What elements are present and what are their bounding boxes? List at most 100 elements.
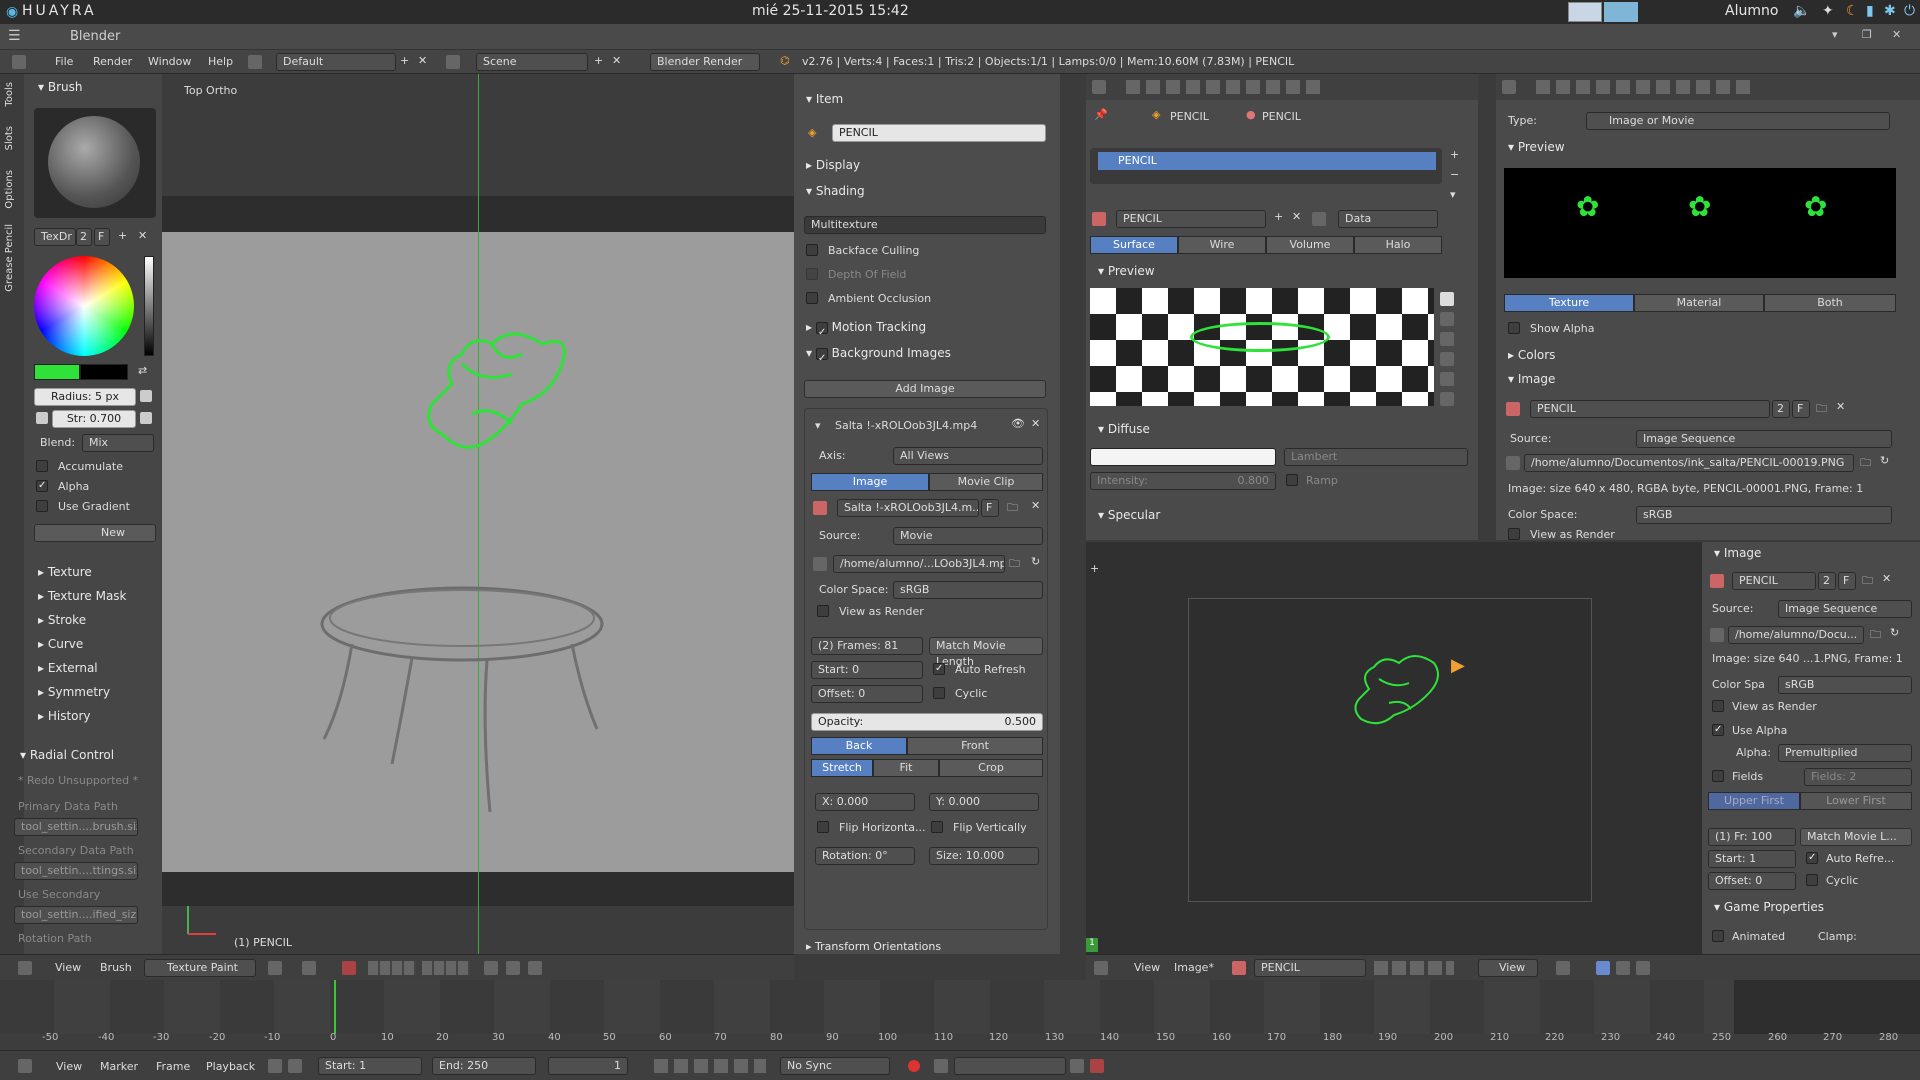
material-browse-icon[interactable] — [1092, 212, 1106, 226]
keying-set-icon[interactable] — [934, 1059, 948, 1073]
back-tab[interactable]: Back — [811, 737, 907, 755]
brush-users[interactable]: 2 — [76, 228, 92, 246]
rotation-field[interactable]: Rotation: 0° — [815, 847, 915, 865]
ie-users[interactable]: 2 — [1818, 572, 1836, 590]
tex-filepath[interactable]: /home/alumno/Documentos/ink_salta/PENCIL… — [1524, 454, 1854, 472]
depth-checkbox[interactable] — [806, 268, 818, 280]
material-link-icon[interactable] — [1312, 212, 1326, 226]
ie-header-browse-icon[interactable] — [1232, 961, 1246, 975]
tex-reload-icon[interactable]: ↻ — [1880, 454, 1889, 467]
face-mask-icon[interactable] — [342, 961, 356, 975]
ie-new-icon[interactable]: 🗀 — [1862, 572, 1873, 591]
stroke-panel-header[interactable]: ▸ Stroke — [30, 608, 158, 632]
camera-icon[interactable] — [506, 961, 520, 975]
axis-select[interactable]: All Views — [893, 447, 1043, 465]
ie-alpha-select[interactable]: Premultiplied — [1778, 744, 1912, 762]
match-length-button[interactable]: Match Movie Length — [929, 637, 1043, 655]
start-frame-field[interactable]: Start: 1 — [318, 1057, 422, 1075]
remove-scene-icon[interactable]: ✕ — [612, 54, 621, 67]
tex-image-name[interactable]: PENCIL — [1530, 400, 1770, 418]
material-preview-header[interactable]: ▾ Preview — [1090, 260, 1155, 282]
ie-fields-checkbox[interactable] — [1712, 770, 1724, 782]
ie-unlink-icon[interactable]: ✕ — [1882, 572, 1891, 585]
clock[interactable]: mié 25-11-2015 15:42 — [752, 3, 909, 19]
ie-menu-view[interactable]: View — [1134, 961, 1160, 974]
offset-field[interactable]: Offset: 0 — [811, 685, 923, 703]
curve-panel-header[interactable]: ▸ Curve — [30, 632, 158, 656]
tab-movie-clip[interactable]: Movie Clip — [929, 473, 1043, 491]
image-browse-icon[interactable] — [813, 501, 827, 515]
ie-frames-field[interactable]: (1) Fr: 100 — [1708, 828, 1796, 846]
tab-wire[interactable]: Wire — [1178, 236, 1266, 254]
brush-preview[interactable] — [34, 108, 156, 218]
intensity-slider[interactable]: Intensity: 0.800 — [1090, 472, 1276, 490]
ie-match-button[interactable]: Match Movie L... — [1800, 828, 1912, 846]
tab-halo[interactable]: Halo — [1354, 236, 1442, 254]
fit-tab[interactable]: Fit — [873, 759, 939, 777]
tex-browse-icon[interactable]: 🗀 — [1860, 454, 1871, 473]
tex-colors-header[interactable]: ▸ Colors — [1500, 344, 1555, 366]
tex-image-browse-icon[interactable] — [1506, 402, 1520, 416]
secondary-path-field[interactable]: tool_settin....ttings.size — [14, 862, 138, 880]
use-gradient-checkbox[interactable] — [36, 500, 48, 512]
menu-render[interactable]: Render — [93, 55, 132, 68]
scene-icon[interactable] — [446, 55, 460, 69]
minimize-icon[interactable]: ▾ — [1832, 28, 1838, 41]
lock-range-icon[interactable] — [288, 1059, 302, 1073]
taskbar-app-icon[interactable] — [1568, 2, 1602, 22]
timeline-menu-view[interactable]: View — [56, 1060, 82, 1073]
taskbar-blender-icon[interactable] — [1604, 2, 1638, 22]
blend-select[interactable]: Mix — [82, 434, 154, 452]
huayra-logo-icon[interactable]: ◉ — [6, 4, 18, 20]
playback-controls-icons[interactable] — [654, 1059, 766, 1073]
bg-image-collapse-icon[interactable]: ▾ — [815, 419, 821, 432]
strength-pressure-icon[interactable] — [140, 412, 152, 424]
ie-pivot-icon[interactable] — [1556, 961, 1570, 975]
add-brush-icon[interactable]: + — [118, 229, 127, 242]
ie-channels-icon[interactable] — [1596, 961, 1610, 975]
insert-key-icon[interactable] — [1070, 1059, 1084, 1073]
tab-surface[interactable]: Surface — [1090, 236, 1178, 254]
tex-editor-icon[interactable] — [1502, 80, 1516, 94]
transform-orient-header[interactable]: ▸ Transform Orientations — [798, 936, 941, 958]
keying-set-field[interactable] — [954, 1057, 1066, 1075]
unlink-clip-icon[interactable]: ✕ — [1031, 499, 1040, 512]
tex-tab-texture[interactable]: Texture — [1504, 294, 1634, 312]
source-select[interactable]: Movie — [893, 527, 1043, 545]
cyclic-checkbox[interactable] — [933, 687, 945, 699]
stretch-tab[interactable]: Stretch — [811, 759, 873, 777]
editor-type-icon[interactable] — [12, 55, 26, 69]
ie-upper-first[interactable]: Upper First — [1708, 792, 1800, 810]
swap-colors-icon[interactable]: ⇄ — [138, 364, 147, 377]
accumulate-checkbox[interactable] — [36, 460, 48, 472]
shading-icon[interactable] — [268, 961, 282, 975]
timeline-menu-marker[interactable]: Marker — [100, 1060, 138, 1073]
timeline-menu-frame[interactable]: Frame — [156, 1060, 190, 1073]
material-slot[interactable]: PENCIL — [1098, 152, 1436, 170]
show-alpha-checkbox[interactable] — [1508, 322, 1520, 334]
3d-viewport[interactable]: Top Ortho (1) PENCIL — [162, 74, 794, 954]
preview-cube-icon[interactable] — [1440, 332, 1454, 346]
material-remove-icon[interactable]: ✕ — [1292, 210, 1301, 223]
scene-field[interactable]: Scene — [476, 53, 588, 71]
record-icon[interactable] — [908, 1060, 920, 1072]
power-icon[interactable]: ⏻ — [1904, 3, 1915, 19]
timeline-menu-playback[interactable]: Playback — [206, 1060, 255, 1073]
render-anim-icon[interactable] — [528, 961, 542, 975]
clip-name-field[interactable]: Salta !-xROLOob3JL4.m... — [837, 499, 979, 517]
motion-tracking-checkbox[interactable] — [816, 322, 828, 334]
ie-reload-icon[interactable]: ↻ — [1890, 626, 1899, 639]
diffuse-shader-select[interactable]: Lambert — [1284, 448, 1468, 466]
delete-key-icon[interactable] — [1090, 1059, 1104, 1073]
object-name-field[interactable]: PENCIL — [832, 124, 1046, 142]
add-image-button[interactable]: Add Image — [804, 380, 1046, 398]
maximize-icon[interactable]: ❐ — [1862, 28, 1872, 41]
slot-menu-icon[interactable]: ▾ — [1450, 188, 1456, 201]
backface-checkbox[interactable] — [806, 244, 818, 256]
material-link-select[interactable]: Data — [1338, 210, 1438, 228]
props-editor-icon[interactable] — [1092, 80, 1106, 94]
battery-icon[interactable]: ▮ — [1866, 3, 1874, 19]
ie-cs-select[interactable]: sRGB — [1778, 676, 1912, 694]
eye-icon[interactable]: 👁 — [1011, 417, 1025, 430]
strength-lock-icon[interactable] — [36, 412, 48, 424]
